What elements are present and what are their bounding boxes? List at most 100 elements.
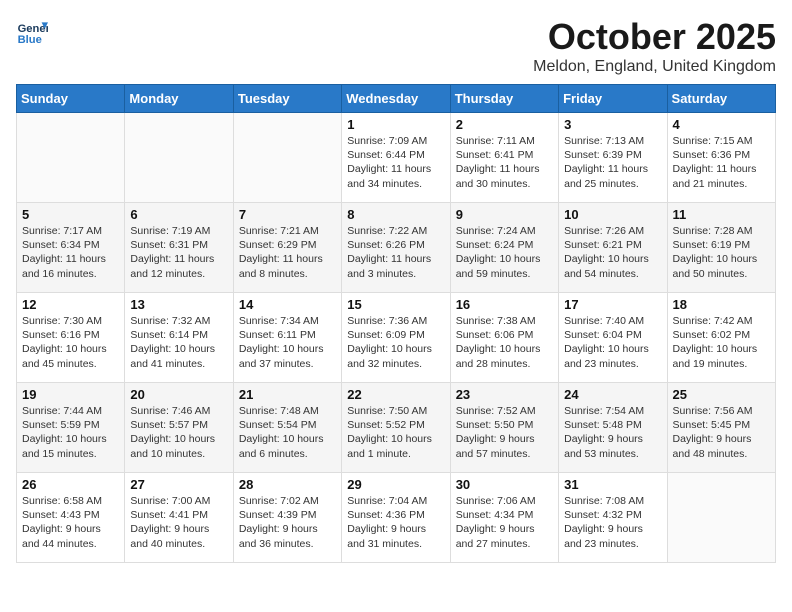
svg-text:Blue: Blue [18,34,42,46]
day-number-10: 10 [564,207,661,222]
weekday-header-wednesday: Wednesday [342,85,450,113]
day-number-12: 12 [22,297,119,312]
weekday-header-row: SundayMondayTuesdayWednesdayThursdayFrid… [17,85,776,113]
day-number-24: 24 [564,387,661,402]
day-number-16: 16 [456,297,553,312]
day-number-2: 2 [456,117,553,132]
day-number-18: 18 [673,297,770,312]
week-row-2: 5 Sunrise: 7:17 AMSunset: 6:34 PMDaylight… [17,203,776,293]
day-cell-1: 1 Sunrise: 7:09 AMSunset: 6:44 PMDaylight… [342,113,450,203]
day-info-1: Sunrise: 7:09 AMSunset: 6:44 PMDaylight:… [347,134,444,191]
day-number-29: 29 [347,477,444,492]
day-info-27: Sunrise: 7:00 AMSunset: 4:41 PMDaylight:… [130,494,227,551]
day-info-2: Sunrise: 7:11 AMSunset: 6:41 PMDaylight:… [456,134,553,191]
weekday-header-thursday: Thursday [450,85,558,113]
day-number-27: 27 [130,477,227,492]
day-number-8: 8 [347,207,444,222]
day-info-16: Sunrise: 7:38 AMSunset: 6:06 PMDaylight:… [456,314,553,371]
day-cell-14: 14 Sunrise: 7:34 AMSunset: 6:11 PMDayligh… [233,293,341,383]
day-info-6: Sunrise: 7:19 AMSunset: 6:31 PMDaylight:… [130,224,227,281]
week-row-5: 26Sunrise: 6:58 AMSunset: 4:43 PMDayligh… [17,473,776,563]
day-info-24: Sunrise: 7:54 AMSunset: 5:48 PMDaylight:… [564,404,661,461]
day-info-13: Sunrise: 7:32 AMSunset: 6:14 PMDaylight:… [130,314,227,371]
day-cell-7: 7 Sunrise: 7:21 AMSunset: 6:29 PMDaylight… [233,203,341,293]
title-area: October 2025 Meldon, England, United Kin… [533,16,776,76]
day-cell-2: 2 Sunrise: 7:11 AMSunset: 6:41 PMDaylight… [450,113,558,203]
empty-cell [17,113,125,203]
day-number-30: 30 [456,477,553,492]
day-cell-20: 20 Sunrise: 7:46 AMSunset: 5:57 PMDayligh… [125,383,233,473]
day-info-7: Sunrise: 7:21 AMSunset: 6:29 PMDaylight:… [239,224,336,281]
empty-cell [233,113,341,203]
week-row-3: 12Sunrise: 7:30 AMSunset: 6:16 PMDayligh… [17,293,776,383]
day-number-28: 28 [239,477,336,492]
day-number-4: 4 [673,117,770,132]
day-number-20: 20 [130,387,227,402]
day-info-11: Sunrise: 7:28 AMSunset: 6:19 PMDaylight:… [673,224,770,281]
weekday-header-saturday: Saturday [667,85,775,113]
day-info-29: Sunrise: 7:04 AMSunset: 4:36 PMDaylight:… [347,494,444,551]
day-number-22: 22 [347,387,444,402]
day-info-15: Sunrise: 7:36 AMSunset: 6:09 PMDaylight:… [347,314,444,371]
day-info-19: Sunrise: 7:44 AMSunset: 5:59 PMDaylight:… [22,404,119,461]
day-info-3: Sunrise: 7:13 AMSunset: 6:39 PMDaylight:… [564,134,661,191]
day-cell-5: 5 Sunrise: 7:17 AMSunset: 6:34 PMDaylight… [17,203,125,293]
day-cell-30: 30Sunrise: 7:06 AMSunset: 4:34 PMDayligh… [450,473,558,563]
day-info-4: Sunrise: 7:15 AMSunset: 6:36 PMDaylight:… [673,134,770,191]
day-cell-23: 23 Sunrise: 7:52 AMSunset: 5:50 PMDayligh… [450,383,558,473]
day-number-13: 13 [130,297,227,312]
day-number-26: 26 [22,477,119,492]
empty-cell [125,113,233,203]
day-number-14: 14 [239,297,336,312]
day-cell-17: 17Sunrise: 7:40 AMSunset: 6:04 PMDayligh… [559,293,667,383]
header: General Blue October 2025 Meldon, Englan… [16,16,776,76]
calendar-table: SundayMondayTuesdayWednesdayThursdayFrid… [16,84,776,563]
day-info-14: Sunrise: 7:34 AMSunset: 6:11 PMDaylight:… [239,314,336,371]
day-cell-26: 26Sunrise: 6:58 AMSunset: 4:43 PMDayligh… [17,473,125,563]
empty-cell [667,473,775,563]
day-cell-12: 12Sunrise: 7:30 AMSunset: 6:16 PMDayligh… [17,293,125,383]
month-title: October 2025 [533,16,776,58]
day-info-5: Sunrise: 7:17 AMSunset: 6:34 PMDaylight:… [22,224,119,281]
weekday-header-tuesday: Tuesday [233,85,341,113]
weekday-header-friday: Friday [559,85,667,113]
day-info-23: Sunrise: 7:52 AMSunset: 5:50 PMDaylight:… [456,404,553,461]
day-number-19: 19 [22,387,119,402]
day-number-23: 23 [456,387,553,402]
logo: General Blue [16,16,48,48]
day-cell-22: 22 Sunrise: 7:50 AMSunset: 5:52 PMDayligh… [342,383,450,473]
day-number-15: 15 [347,297,444,312]
day-cell-19: 19 Sunrise: 7:44 AMSunset: 5:59 PMDayligh… [17,383,125,473]
week-row-4: 19 Sunrise: 7:44 AMSunset: 5:59 PMDayligh… [17,383,776,473]
day-number-6: 6 [130,207,227,222]
day-info-22: Sunrise: 7:50 AMSunset: 5:52 PMDaylight:… [347,404,444,461]
day-cell-16: 16 Sunrise: 7:38 AMSunset: 6:06 PMDayligh… [450,293,558,383]
day-info-28: Sunrise: 7:02 AMSunset: 4:39 PMDaylight:… [239,494,336,551]
day-cell-10: 10Sunrise: 7:26 AMSunset: 6:21 PMDayligh… [559,203,667,293]
day-number-11: 11 [673,207,770,222]
day-number-7: 7 [239,207,336,222]
day-cell-24: 24 Sunrise: 7:54 AMSunset: 5:48 PMDayligh… [559,383,667,473]
day-cell-27: 27 Sunrise: 7:00 AMSunset: 4:41 PMDayligh… [125,473,233,563]
day-info-9: Sunrise: 7:24 AMSunset: 6:24 PMDaylight:… [456,224,553,281]
day-cell-6: 6 Sunrise: 7:19 AMSunset: 6:31 PMDaylight… [125,203,233,293]
day-cell-11: 11 Sunrise: 7:28 AMSunset: 6:19 PMDayligh… [667,203,775,293]
day-info-18: Sunrise: 7:42 AMSunset: 6:02 PMDaylight:… [673,314,770,371]
day-info-20: Sunrise: 7:46 AMSunset: 5:57 PMDaylight:… [130,404,227,461]
day-cell-4: 4 Sunrise: 7:15 AMSunset: 6:36 PMDaylight… [667,113,775,203]
day-cell-31: 31 Sunrise: 7:08 AMSunset: 4:32 PMDayligh… [559,473,667,563]
day-info-31: Sunrise: 7:08 AMSunset: 4:32 PMDaylight:… [564,494,661,551]
day-number-31: 31 [564,477,661,492]
logo-icon: General Blue [16,16,48,48]
day-cell-21: 21Sunrise: 7:48 AMSunset: 5:54 PMDayligh… [233,383,341,473]
location-subtitle: Meldon, England, United Kingdom [533,58,776,76]
day-cell-15: 15 Sunrise: 7:36 AMSunset: 6:09 PMDayligh… [342,293,450,383]
day-cell-13: 13 Sunrise: 7:32 AMSunset: 6:14 PMDayligh… [125,293,233,383]
day-cell-8: 8 Sunrise: 7:22 AMSunset: 6:26 PMDaylight… [342,203,450,293]
day-cell-28: 28 Sunrise: 7:02 AMSunset: 4:39 PMDayligh… [233,473,341,563]
weekday-header-sunday: Sunday [17,85,125,113]
day-info-8: Sunrise: 7:22 AMSunset: 6:26 PMDaylight:… [347,224,444,281]
day-number-5: 5 [22,207,119,222]
day-number-1: 1 [347,117,444,132]
day-info-17: Sunrise: 7:40 AMSunset: 6:04 PMDaylight:… [564,314,661,371]
